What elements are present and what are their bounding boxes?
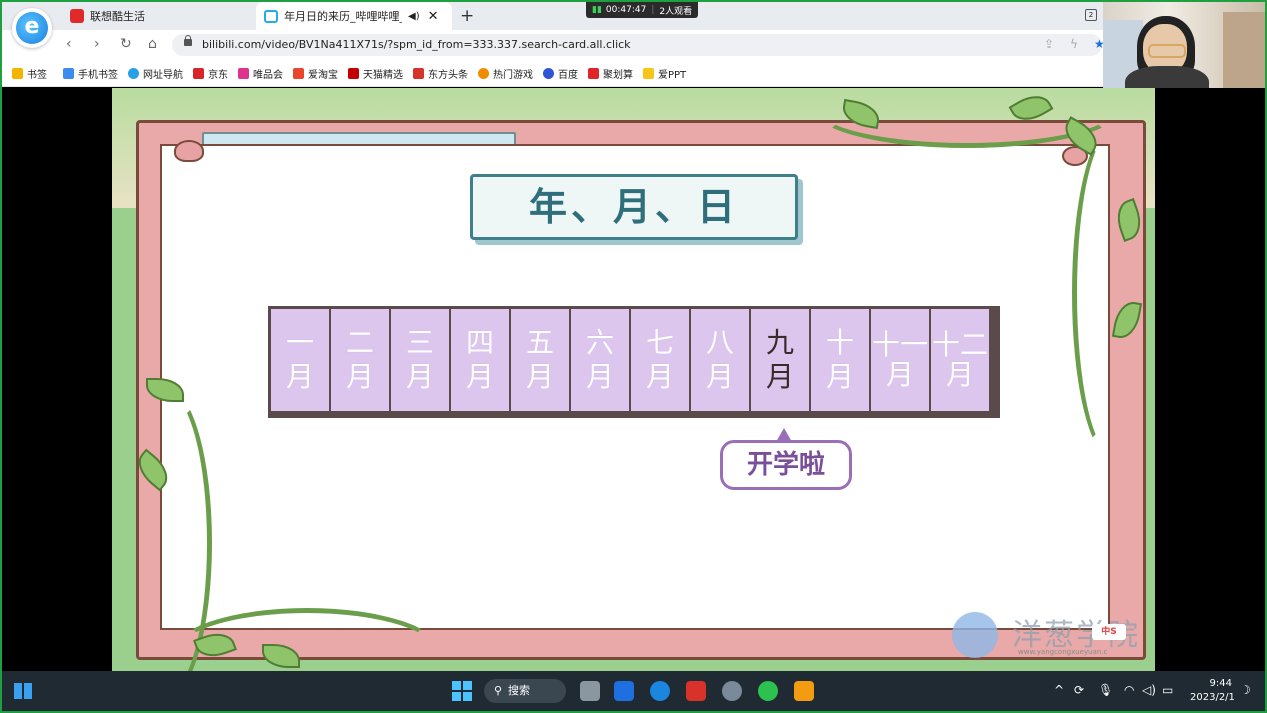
tab-title: 联想酷生活 — [90, 10, 145, 23]
share-icon[interactable]: ⇪ — [1044, 37, 1054, 51]
bookmarks-bar: 书签 手机书签 网址导航 京东 唯品会 爱淘宝 天猫精选 东方头条 热门游戏 百… — [2, 60, 1265, 87]
vine-decoration — [1072, 128, 1152, 458]
month-cell: 十月 — [811, 309, 869, 411]
bookmark-item[interactable]: 东方头条 — [413, 66, 468, 81]
clock-time: 9:44 — [1209, 678, 1232, 689]
taobao-icon — [293, 67, 304, 79]
live-timer: 00:47:47 — [605, 5, 647, 15]
signal-icon: ▮▮ — [592, 5, 602, 15]
onion-mascot-icon — [952, 612, 998, 658]
tab-bilibili[interactable]: 年月日的来历_哔哩哔哩_bi ◀) ✕ — [256, 2, 452, 30]
taskbar-search[interactable]: ⚲ 搜索 — [484, 679, 566, 703]
month-cell: 十一月 — [871, 309, 929, 411]
webcam-feed — [1103, 2, 1265, 88]
lightning-icon[interactable]: ϟ — [1070, 37, 1078, 51]
widgets-icon[interactable] — [14, 683, 32, 699]
watermark: 洋葱学院 www.yangcongxueyuan.c 中S — [952, 608, 1152, 664]
lenovo-favicon-icon — [70, 9, 84, 23]
month-cell: 十二月 — [931, 309, 989, 411]
bilibili-favicon-icon — [264, 9, 278, 23]
bookmark-item[interactable]: 爱PPT — [643, 66, 686, 81]
bookmark-item[interactable]: 京东 — [193, 66, 228, 81]
windows-taskbar: ⚲ 搜索 ^ ⟳ 🎙 ◠ ◁) ▭ 9:44 2023/2/1 ☽ — [2, 671, 1265, 711]
toutiao-icon — [413, 67, 424, 79]
notification-icon[interactable]: ☽ — [1240, 683, 1251, 697]
wps-icon[interactable] — [686, 681, 706, 701]
jd-icon — [193, 67, 204, 79]
month-cell: 七月 — [631, 309, 689, 411]
refresh-icon[interactable]: ↻ — [120, 36, 132, 52]
new-tab-button[interactable]: + — [460, 6, 474, 26]
month-cell: 五月 — [511, 309, 569, 411]
phone-icon — [63, 67, 74, 79]
browser-tab-bar: 联想酷生活 年月日的来历_哔哩哔哩_bi ◀) ✕ + ▮▮ 00:47:47 … — [2, 2, 1265, 30]
browser-taskbar-icon[interactable] — [650, 681, 670, 701]
audio-playing-icon[interactable]: ◀) — [408, 11, 420, 22]
baidu-icon — [543, 67, 554, 79]
month-cell: 三月 — [391, 309, 449, 411]
browser-icon — [128, 67, 139, 79]
bookmark-item[interactable]: 天猫精选 — [348, 66, 403, 81]
microphone-icon[interactable]: 🎙 — [1098, 683, 1113, 697]
bookmark-item[interactable]: 聚划算 — [588, 66, 633, 81]
task-view-icon[interactable] — [580, 681, 600, 701]
bookmark-item[interactable]: 热门游戏 — [478, 66, 533, 81]
tab-lenovo[interactable]: 联想酷生活 — [62, 2, 252, 30]
star-icon — [12, 67, 23, 79]
lock-icon — [184, 35, 192, 46]
volume-icon[interactable]: ◁) — [1142, 683, 1156, 697]
ime-badge-icon[interactable]: 中S — [1092, 624, 1126, 640]
juhuasuan-icon — [588, 67, 599, 79]
month-cell: 六月 — [571, 309, 629, 411]
window-restore-icon[interactable]: 2 — [1085, 9, 1097, 21]
url-text: bilibili.com/video/BV1Na411X71s/?spm_id_… — [202, 38, 631, 51]
browser-logo-icon[interactable]: e — [12, 8, 52, 48]
bookmark-item[interactable]: 网址导航 — [128, 66, 183, 81]
watermark-url: www.yangcongxueyuan.c — [1018, 648, 1108, 656]
knob-decoration — [174, 140, 204, 162]
back-icon[interactable]: ‹ — [66, 36, 72, 52]
folder-icon — [643, 67, 654, 79]
live-status-badge: ▮▮ 00:47:47 | 2人观看 — [586, 2, 699, 18]
home-icon[interactable]: ⌂ — [148, 36, 157, 52]
tmall-icon — [348, 67, 359, 79]
tray-chevron-icon[interactable]: ^ — [1054, 683, 1064, 697]
wifi-icon[interactable]: ◠ — [1124, 683, 1134, 697]
battery-icon[interactable]: ▭ — [1162, 683, 1173, 697]
month-cell: 二月 — [331, 309, 389, 411]
months-strip: 一月 二月 三月 四月 五月 六月 七月 八月 九月 十月 十一月 十二月 — [268, 306, 1000, 418]
month-cell: 八月 — [691, 309, 749, 411]
bookmark-item[interactable]: 爱淘宝 — [293, 66, 338, 81]
tab-title: 年月日的来历_哔哩哔哩_bi — [284, 10, 402, 23]
bookmark-item[interactable]: 唯品会 — [238, 66, 283, 81]
forward-icon[interactable]: › — [94, 36, 100, 52]
month-cell: 一月 — [271, 309, 329, 411]
month-cell: 四月 — [451, 309, 509, 411]
bookmark-item[interactable]: 手机书签 — [63, 66, 118, 81]
month-cell-active: 九月 — [751, 309, 809, 411]
search-icon: ⚲ — [494, 684, 503, 697]
browser-toolbar: ‹ › ↻ ⌂ bilibili.com/video/BV1Na411X71s/… — [2, 30, 1265, 60]
viewer-count: 2人观看 — [659, 6, 693, 17]
speech-bubble: 开学啦 — [720, 440, 852, 490]
vip-icon — [238, 67, 249, 79]
slide-title-card: 年、月、日 — [470, 174, 798, 240]
wechat-icon[interactable] — [758, 681, 778, 701]
address-bar[interactable]: bilibili.com/video/BV1Na411X71s/?spm_id_… — [172, 34, 1105, 56]
pin-app-icon[interactable] — [614, 681, 634, 701]
clock-date: 2023/2/1 — [1190, 692, 1235, 703]
screen: 联想酷生活 年月日的来历_哔哩哔哩_bi ◀) ✕ + ▮▮ 00:47:47 … — [2, 2, 1265, 711]
system-clock[interactable]: 9:44 2023/2/1 — [1190, 677, 1235, 705]
settings-icon[interactable] — [722, 681, 742, 701]
start-icon[interactable] — [452, 681, 472, 701]
video-player[interactable]: 年、月、日 一月 二月 三月 四月 五月 六月 七月 八月 九月 十月 十一月 … — [112, 88, 1155, 673]
sync-icon[interactable]: ⟳ — [1074, 683, 1084, 697]
bookmark-item[interactable]: 百度 — [543, 66, 578, 81]
slide-title: 年、月、日 — [528, 185, 739, 229]
app-icon[interactable] — [794, 681, 814, 701]
game-icon — [478, 67, 489, 79]
bookmark-item[interactable]: 书签 — [12, 66, 47, 81]
close-tab-icon[interactable]: ✕ — [428, 9, 439, 24]
